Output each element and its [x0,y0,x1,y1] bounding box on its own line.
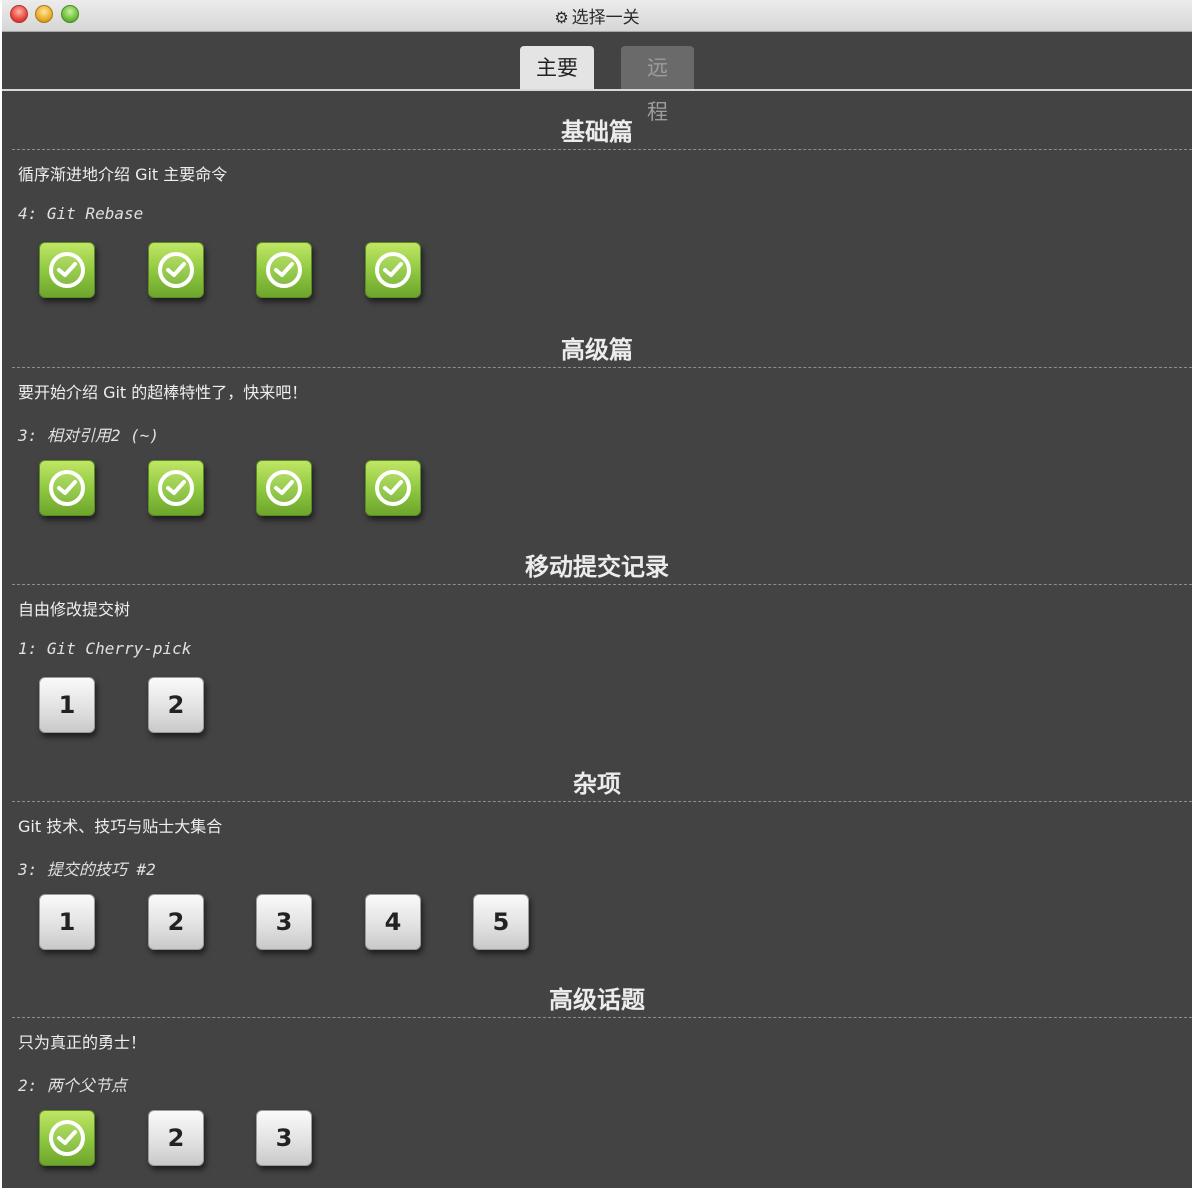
section-title: 基础篇 [561,118,633,146]
tab-divider [2,89,1192,91]
section-description: 只为真正的勇士！ [18,1033,147,1052]
section-title: 杂项 [573,770,621,798]
checkmark-icon [49,1120,85,1156]
level-button-1[interactable]: 1 [39,677,95,733]
checkmark-icon [266,470,302,506]
section-divider [12,1017,1192,1018]
current-level-label: 1: Git Cherry-pick [18,639,192,658]
level-list: 23 [39,1110,739,1168]
level-button-3[interactable]: 3 [256,894,312,950]
section-divider [12,801,1192,802]
level-list [39,460,739,518]
checkmark-icon [266,252,302,288]
level-button-4[interactable] [365,242,421,298]
checkmark-icon [49,470,85,506]
level-number: 4 [384,908,402,936]
section-title: 高级话题 [549,986,645,1014]
section-description: 自由修改提交树 [18,600,131,619]
checkmark-icon [49,252,85,288]
level-button-1[interactable] [39,1110,95,1166]
section-title: 高级篇 [561,336,633,364]
level-button-3[interactable] [256,242,312,298]
level-button-4[interactable] [365,460,421,516]
level-select-window: ⚙ 选择一关 主要 远程 基础篇循序渐进地介绍 Git 主要命令 4: Git Re… [2,0,1192,1188]
checkmark-icon [158,252,194,288]
level-button-5[interactable]: 5 [473,894,529,950]
tab-bar: 主要 远程 [2,46,1192,124]
section-divider [12,584,1192,585]
level-button-2[interactable]: 2 [148,677,204,733]
checkmark-icon [158,470,194,506]
level-number: 2 [167,691,185,719]
section-title: 移动提交记录 [525,553,669,581]
tab-remote[interactable]: 远程 [621,46,694,124]
level-button-2[interactable] [148,242,204,298]
level-number: 3 [275,908,293,936]
level-number: 2 [167,908,185,936]
checkmark-icon [375,470,411,506]
level-number: 3 [275,1124,293,1152]
tab-main[interactable]: 主要 [520,46,594,90]
window-title: ⚙ 选择一关 [2,3,1192,28]
level-button-4[interactable]: 4 [365,894,421,950]
level-number: 2 [167,1124,185,1152]
current-level-label: 3: 提交的技巧 #2 [18,860,156,879]
level-number: 5 [492,908,510,936]
level-button-2[interactable]: 2 [148,894,204,950]
level-list [39,242,739,300]
section-description: Git 技术、技巧与贴士大集合 [18,817,223,836]
level-button-2[interactable]: 2 [148,1110,204,1166]
level-button-3[interactable] [256,460,312,516]
level-list: 1 2 3 4 5 [39,894,739,952]
level-number: 1 [58,908,76,936]
level-button-1[interactable]: 1 [39,894,95,950]
checkmark-icon [375,252,411,288]
level-button-3[interactable]: 3 [256,1110,312,1166]
current-level-label: 3: 相对引用2 (~) [18,426,160,445]
level-button-1[interactable] [39,242,95,298]
level-number: 1 [58,691,76,719]
title-bar: ⚙ 选择一关 [2,0,1192,32]
current-level-label: 4: Git Rebase [18,204,144,223]
level-list: 12 [39,677,739,735]
current-level-label: 2: 两个父节点 [18,1076,127,1095]
gear-icon: ⚙ [554,8,569,27]
window-title-text: 选择一关 [571,8,640,28]
section-description: 循序渐进地介绍 Git 主要命令 [18,165,228,184]
level-button-2[interactable] [148,460,204,516]
level-button-1[interactable] [39,460,95,516]
section-divider [12,367,1192,368]
section-description: 要开始介绍 Git 的超棒特性了，快来吧！ [18,383,308,402]
section-divider [12,149,1192,150]
